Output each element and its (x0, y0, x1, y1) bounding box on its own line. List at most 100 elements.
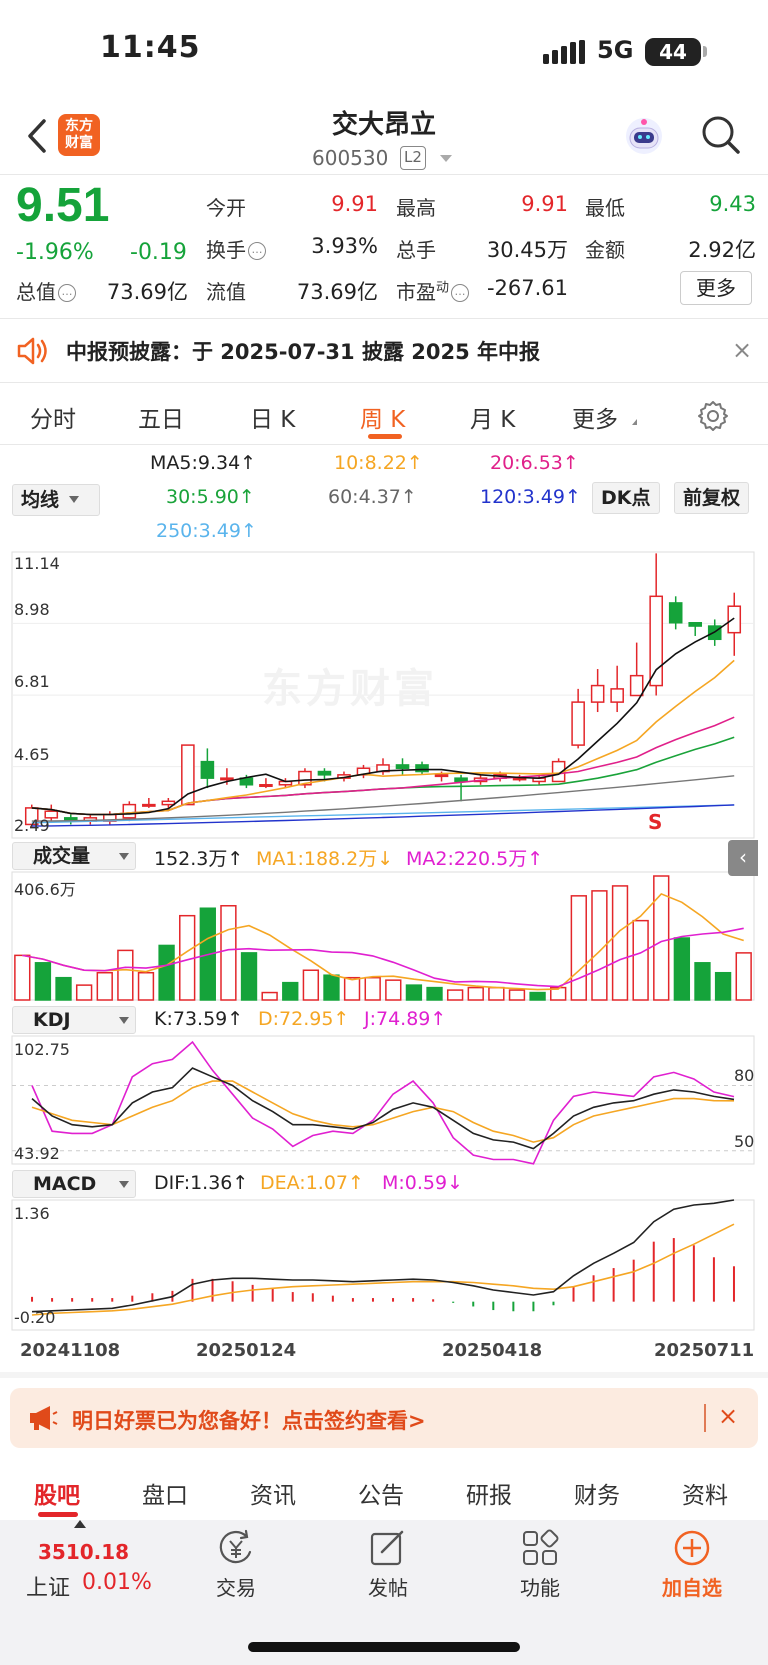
kdj-selector[interactable]: KDJ (12, 1006, 136, 1034)
chevron-down-icon (69, 496, 80, 503)
post-label[interactable]: 发帖 (348, 1572, 428, 1601)
macd-selector[interactable]: MACD (12, 1170, 136, 1198)
volume-bar (75, 984, 93, 1001)
tab-announcements[interactable]: 公告 (358, 1476, 404, 1510)
index-value[interactable]: 3510.18 (38, 1540, 129, 1564)
volume-bar (34, 962, 52, 1001)
more-quote-button[interactable]: 更多 (680, 271, 752, 305)
dk-point-button[interactable]: DK点 (592, 482, 660, 514)
notice-divider (0, 382, 768, 383)
date-label-4: 20250711 (654, 1340, 755, 1361)
candle-body (727, 605, 742, 634)
index-change[interactable]: 0.01% (82, 1570, 152, 1595)
price-axis-bottom: 2.49 (14, 816, 50, 835)
candle-body (571, 701, 585, 746)
collapse-panel-icon[interactable]: ‹ (728, 840, 758, 876)
tab-finance[interactable]: 财务 (574, 1476, 620, 1510)
candle-body (629, 674, 644, 697)
kdj-ref-low: 50 (734, 1132, 755, 1151)
level2-badge[interactable]: L2 (400, 146, 426, 170)
kdj-j-line (31, 1040, 735, 1165)
megaphone-icon (30, 1406, 58, 1430)
report-notice[interactable]: 中报预披露：于 2025-07-31 披露 2025 年中报 (66, 336, 540, 366)
tab-pankou[interactable]: 盘口 (142, 1476, 188, 1510)
kdj-k: K:73.59↑ (154, 1008, 244, 1030)
info-icon[interactable]: … (58, 284, 76, 302)
tab-research[interactable]: 研报 (466, 1476, 512, 1510)
promo-text[interactable]: 明日好票已为您备好！点击签约查看> (72, 1405, 426, 1435)
volume-bar (240, 952, 258, 1001)
macd-dif: DIF:1.36↑ (154, 1172, 249, 1194)
volume-bar (96, 971, 113, 1001)
macd-dea-line (31, 1223, 735, 1316)
tab-monthly-k[interactable]: 月 K (470, 400, 515, 434)
trade-label[interactable]: 交易 (196, 1572, 276, 1601)
battery-tip (703, 46, 707, 57)
header-divider (0, 174, 768, 175)
volume-bar (220, 905, 237, 1001)
open-label: 今开 (206, 196, 246, 220)
info-icon[interactable]: … (451, 284, 470, 302)
index-name[interactable]: 上证 (26, 1570, 70, 1602)
home-indicator (248, 1642, 520, 1652)
watermark: 东方财富 (262, 666, 438, 712)
tab-news[interactable]: 资讯 (250, 1476, 296, 1510)
quote-divider (0, 318, 768, 319)
function-label[interactable]: 功能 (500, 1572, 580, 1601)
price-axis-mid3: 4.65 (14, 745, 50, 764)
pe-value: -267.61 (486, 276, 568, 300)
gear-icon[interactable] (697, 400, 729, 432)
change-percent: -1.96% (16, 240, 94, 265)
volume-value: 30.45万 (486, 238, 568, 262)
speaker-icon (17, 337, 47, 365)
current-price: 9.51 (16, 179, 110, 232)
volume-ma1: MA1:188.2万↓ (256, 848, 394, 870)
tab-five-day[interactable]: 五日 (138, 400, 184, 434)
candle-body (181, 744, 195, 806)
tab-daily-k[interactable]: 日 K (250, 400, 295, 434)
tab-more[interactable]: 更多 (572, 400, 618, 434)
volume-bar (673, 937, 691, 1001)
candle-body (688, 622, 703, 627)
post-edit-icon[interactable] (368, 1528, 408, 1568)
volume-bar (426, 986, 443, 1001)
close-icon[interactable]: × (718, 1402, 738, 1430)
trade-yen-icon[interactable] (216, 1528, 256, 1568)
high-value: 9.91 (521, 192, 568, 216)
volume-bar (735, 952, 752, 1001)
price-axis-mid2: 6.81 (14, 672, 50, 691)
chevron-down-icon[interactable] (440, 155, 452, 162)
close-icon[interactable]: × (732, 336, 752, 364)
volume-bar (364, 976, 381, 1001)
volume-bar (508, 989, 526, 1001)
volume-bar (343, 976, 361, 1001)
ma5-line (31, 617, 735, 816)
date-label-1: 20241108 (20, 1340, 121, 1361)
tab-weekly-k[interactable]: 周 K (360, 400, 405, 434)
ma5-legend: MA5:9.34↑ (150, 452, 257, 474)
volume-bar (385, 979, 402, 1001)
sell-signal[interactable]: S (648, 810, 662, 834)
add-watchlist-icon[interactable] (672, 1528, 712, 1568)
macd-dif-line (31, 1199, 735, 1313)
tab-intraday[interactable]: 分时 (30, 400, 76, 434)
chart-bottom-divider (0, 1372, 768, 1378)
volume-selector[interactable]: 成交量 (12, 842, 136, 870)
volume-bar (611, 885, 629, 1001)
info-icon[interactable]: … (248, 242, 266, 260)
add-watchlist-label[interactable]: 加自选 (648, 1572, 736, 1601)
ma20-legend: 20:6.53↑ (490, 452, 579, 474)
volume-bar (529, 991, 546, 1001)
search-icon[interactable] (700, 114, 742, 156)
volume-bar (405, 984, 423, 1001)
forward-adjust-button[interactable]: 前复权 (674, 482, 750, 514)
robot-assistant-icon[interactable] (622, 114, 666, 158)
float-value-label: 流值 (206, 280, 246, 304)
tab-guba[interactable]: 股吧 (34, 1476, 80, 1510)
candle-body (161, 800, 176, 806)
ma-selector[interactable]: 均线 (12, 484, 100, 516)
function-grid-icon[interactable] (520, 1528, 560, 1568)
open-value: 9.91 (331, 192, 378, 216)
tab-profile[interactable]: 资料 (682, 1476, 728, 1510)
volume-ma2: MA2:220.5万↑ (406, 848, 544, 870)
